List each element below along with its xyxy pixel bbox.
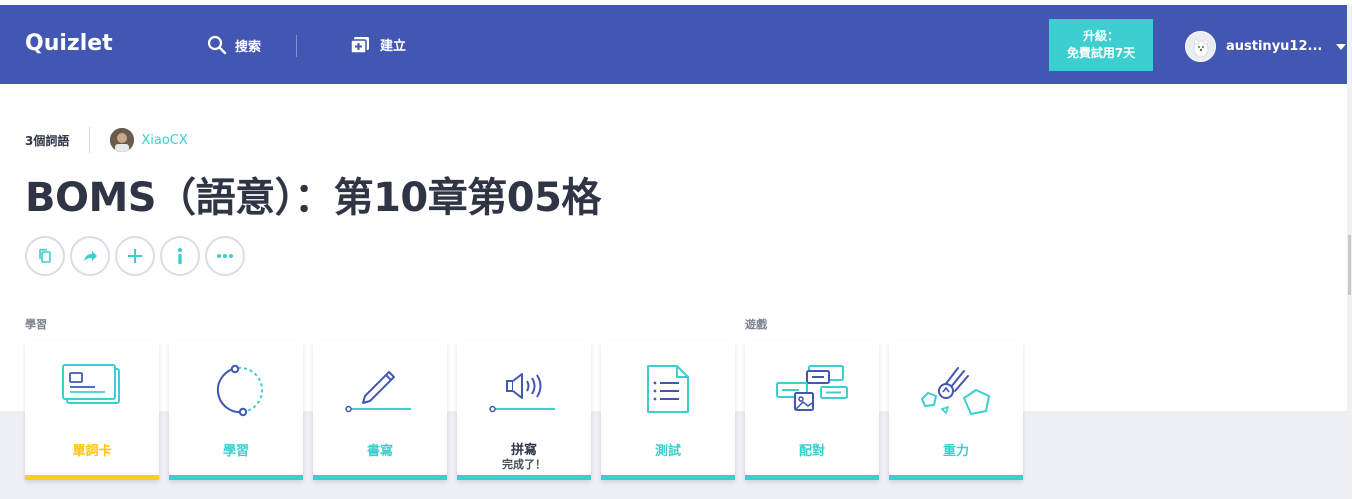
mode-write[interactable]: 書寫 (313, 341, 447, 480)
games-section-label: 遊戲 (745, 318, 767, 331)
mode-label: 書寫 (366, 444, 393, 459)
share-button[interactable] (70, 236, 110, 276)
search-label: 搜索 (235, 39, 262, 55)
term-count: 3個詞語 (25, 133, 70, 148)
add-set-icon (350, 36, 369, 54)
mode-status: 完成了！ (502, 458, 546, 471)
mode-progress-bar (313, 475, 447, 480)
page-scrollbar[interactable] (1347, 5, 1352, 499)
study-section-label: 學習 (25, 318, 47, 331)
search-icon (207, 35, 227, 55)
top-nav-bar: Quizlet 搜索 建立 升級： 免費試用7天 austinyu12... (0, 5, 1347, 84)
create-label: 建立 (380, 39, 407, 54)
copy-button[interactable] (25, 236, 65, 276)
mode-match[interactable]: 配對 (745, 341, 879, 480)
chevron-down-icon (1336, 43, 1347, 50)
quizlet-logo[interactable]: Quizlet (25, 31, 113, 56)
study-modes: 單詞卡 學習 書寫 拼寫 完成了！ 測試 配對 重力 (25, 341, 1033, 480)
mode-progress-bar (889, 475, 1023, 480)
user-menu[interactable]: austinyu12... (1185, 31, 1347, 62)
scrollbar-thumb[interactable] (1348, 235, 1351, 295)
share-icon (84, 251, 97, 261)
spell-icon (489, 373, 555, 413)
user-avatar (1185, 31, 1216, 62)
mode-flashcards[interactable]: 單詞卡 (25, 341, 159, 480)
test-icon (647, 365, 689, 413)
learn-icon (216, 364, 264, 417)
mode-progress-bar (25, 475, 159, 480)
mode-label: 配對 (798, 444, 825, 459)
mode-label: 學習 (222, 444, 249, 459)
copy-icon (39, 248, 51, 263)
mode-gravity[interactable]: 重力 (889, 341, 1023, 480)
gravity-icon (921, 367, 990, 415)
write-icon (345, 371, 411, 413)
mode-progress-bar (745, 475, 879, 480)
more-options-button[interactable] (205, 236, 245, 276)
polar-bear-icon (1193, 38, 1208, 57)
nav-divider (296, 35, 297, 57)
plus-icon (128, 249, 142, 263)
person-icon (110, 128, 135, 152)
set-title: BOMS（語意）：第10章第05格 (25, 175, 601, 221)
mode-label: 測試 (654, 444, 681, 459)
info-button[interactable] (160, 236, 200, 276)
mode-label: 單詞卡 (72, 444, 112, 459)
upgrade-line2: 免費試用7天 (1066, 46, 1136, 60)
username: austinyu12... (1226, 39, 1323, 54)
upgrade-button[interactable]: 升級： 免費試用7天 (1049, 19, 1153, 71)
set-actions (25, 236, 250, 276)
mode-spell[interactable]: 拼寫 完成了！ (457, 341, 591, 480)
mode-test[interactable]: 測試 (601, 341, 735, 480)
search-button[interactable]: 搜索 (207, 35, 261, 55)
mode-label: 重力 (942, 444, 969, 459)
ellipsis-icon (217, 254, 233, 258)
flashcards-icon (62, 364, 120, 404)
create-button[interactable]: 建立 (350, 35, 406, 54)
mode-progress-bar (457, 475, 591, 480)
info-icon (178, 248, 182, 264)
add-to-folder-button[interactable] (115, 236, 155, 276)
mode-progress-bar (601, 475, 735, 480)
mode-progress-bar (169, 475, 303, 480)
creator-link[interactable]: XiaoCX (141, 133, 187, 148)
set-meta: 3個詞語 XiaoCX (25, 127, 188, 153)
upgrade-line1: 升級： (1082, 29, 1119, 43)
match-icon (776, 365, 848, 411)
mode-learn[interactable]: 學習 (169, 341, 303, 480)
creator-avatar[interactable] (110, 128, 135, 152)
meta-divider (89, 127, 91, 153)
